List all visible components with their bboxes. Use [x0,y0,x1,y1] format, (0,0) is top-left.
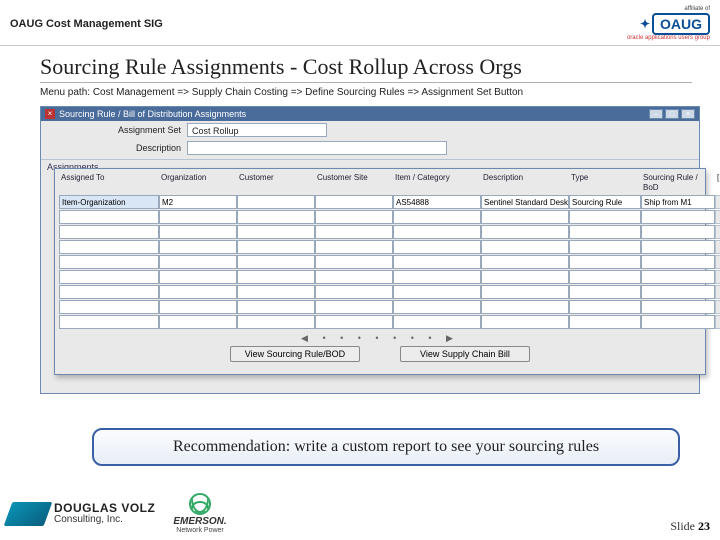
assignment-set-row: Assignment Set Cost Rollup [41,121,699,139]
table-row[interactable] [59,255,701,269]
cell-sourcing[interactable]: Ship from M1 [641,195,715,209]
col-customer-site: Customer Site [315,173,393,193]
emerson-logo: EMERSON. Network Power [173,493,226,534]
dv-name: DOUGLAS VOLZ [54,503,155,514]
emerson-word: EMERSON. [173,516,226,527]
table-row[interactable] [59,270,701,284]
maximize-icon[interactable]: □ [665,109,679,119]
slide-no: 23 [698,519,710,533]
slide-body: Sourcing Rule Assignments - Cost Rollup … [0,46,720,394]
table-row[interactable] [59,210,701,224]
oaug-logo: affiliate of OAUG oracle applications us… [627,6,710,41]
assignments-grid-window: Assigned To Organization Customer Custom… [54,168,706,375]
col-flex: [ ] [715,173,720,193]
slide-label: Slide [670,519,698,533]
footer: DOUGLAS VOLZ Consulting, Inc. EMERSON. N… [8,493,710,534]
douglas-volz-logo: DOUGLAS VOLZ Consulting, Inc. [8,502,155,526]
oracle-forms-screenshot: × Sourcing Rule / Bill of Distribution A… [40,106,700,394]
swoosh-icon [4,502,53,526]
window-controls: – □ × [649,109,695,119]
cell-assigned-to[interactable]: Item-Organization [59,195,159,209]
view-supply-chain-button[interactable]: View Supply Chain Bill [400,346,530,362]
helix-icon [189,493,211,515]
cell-item-category[interactable]: AS54888 [393,195,481,209]
oaug-badge: OAUG [652,13,710,35]
emerson-sub: Network Power [176,527,223,534]
description-row: Description [41,139,699,157]
col-sourcing: Sourcing Rule / BoD [641,173,715,193]
cell-customer-site[interactable] [315,195,393,209]
cell-type[interactable]: Sourcing Rule [569,195,641,209]
table-row[interactable] [59,240,701,254]
menu-path: Menu path: Cost Management => Supply Cha… [40,87,692,98]
close-icon[interactable]: × [45,109,55,119]
assignment-set-field[interactable]: Cost Rollup [187,123,327,137]
recommendation-callout: Recommendation: write a custom report to… [92,428,680,466]
footer-logos: DOUGLAS VOLZ Consulting, Inc. EMERSON. N… [8,493,227,534]
dv-sub: Consulting, Inc. [54,514,123,525]
horizontal-scroll-indicator[interactable]: ◀ • • • • • • • ▶ [55,333,705,344]
cell-customer[interactable] [237,195,315,209]
minimize-icon[interactable]: – [649,109,663,119]
button-row: View Sourcing Rule/BOD View Supply Chain… [55,346,705,362]
table-row[interactable] [59,315,701,329]
table-row[interactable] [59,225,701,239]
affiliate-label: affiliate of [684,6,710,12]
oaug-subtitle: oracle applications users group [627,35,710,41]
description-field[interactable] [187,141,447,155]
grid-header: Assigned To Organization Customer Custom… [55,169,705,195]
scrollbar-cell[interactable] [715,195,720,209]
slide-number: Slide 23 [670,519,710,534]
window-titlebar: × Sourcing Rule / Bill of Distribution A… [41,107,699,121]
close-window-icon[interactable]: × [681,109,695,119]
col-type: Type [569,173,641,193]
sig-label: OAUG Cost Management SIG [10,18,163,30]
grid-body: Item-Organization M2 AS54888 Sentinel St… [55,195,705,329]
col-item-category: Item / Category [393,173,481,193]
col-organization: Organization [159,173,237,193]
description-label: Description [51,143,181,153]
table-row[interactable]: Item-Organization M2 AS54888 Sentinel St… [59,195,701,209]
slide-title: Sourcing Rule Assignments - Cost Rollup … [40,54,692,83]
view-sourcing-button[interactable]: View Sourcing Rule/BOD [230,346,360,362]
cell-description[interactable]: Sentinel Standard Desktop [481,195,569,209]
window-title-text: Sourcing Rule / Bill of Distribution Ass… [59,109,246,119]
cell-organization[interactable]: M2 [159,195,237,209]
top-bar: OAUG Cost Management SIG affiliate of OA… [0,0,720,46]
assignment-set-label: Assignment Set [51,125,181,135]
table-row[interactable] [59,285,701,299]
table-row[interactable] [59,300,701,314]
col-customer: Customer [237,173,315,193]
col-assigned-to: Assigned To [59,173,159,193]
col-description: Description [481,173,569,193]
dv-logo-text: DOUGLAS VOLZ Consulting, Inc. [54,503,155,525]
